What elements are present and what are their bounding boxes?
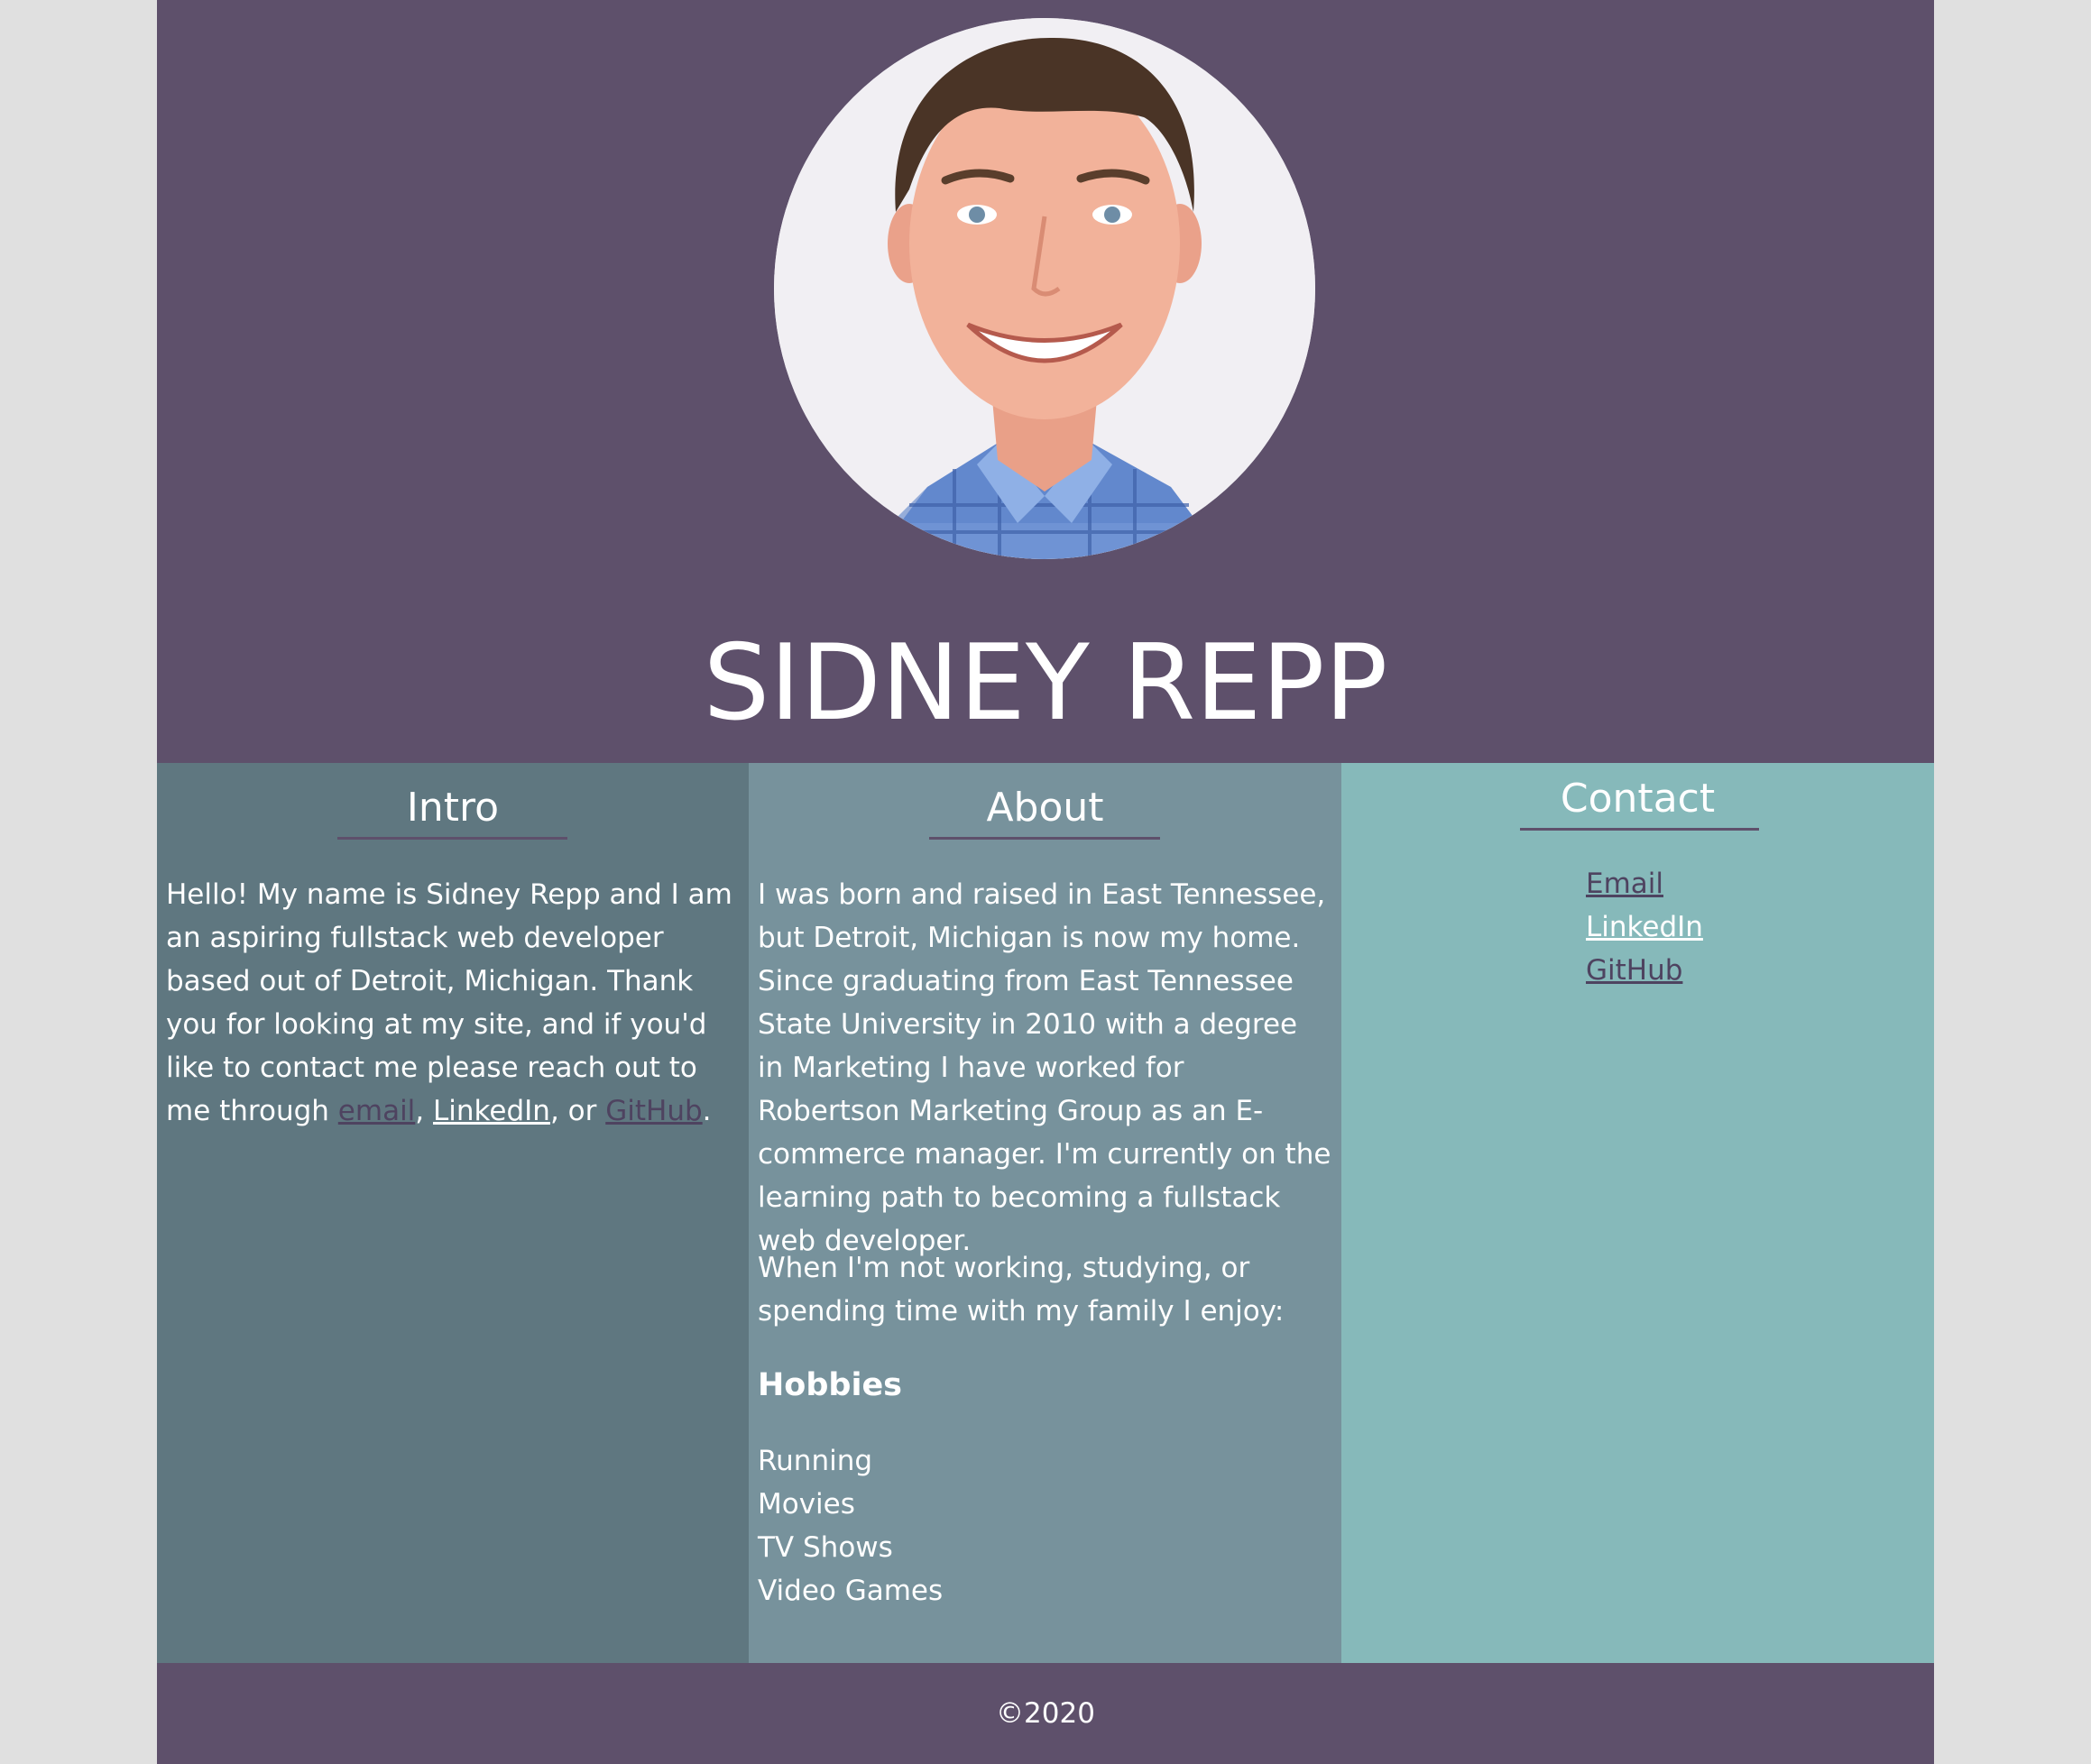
hobby-item: Running — [758, 1445, 873, 1477]
page: SIDNEY REPP Intro Hello! My name is Sidn… — [157, 0, 1934, 1764]
intro-text-after: . — [702, 1095, 712, 1127]
intro-text-before: Hello! My name is Sidney Repp and I am a… — [166, 878, 732, 1127]
intro-heading: Intro — [406, 785, 500, 831]
copyright-text: ©2020 — [996, 1697, 1095, 1730]
avatar-photo — [774, 18, 1315, 559]
site-footer: ©2020 — [157, 1663, 1934, 1764]
about-heading-underline — [929, 837, 1160, 840]
about-paragraph-1: I was born and raised in East Tennessee,… — [758, 878, 1331, 1257]
about-section: About I was born and raised in East Tenn… — [749, 763, 1341, 1663]
hobby-item: Movies — [758, 1488, 855, 1521]
intro-section: Intro Hello! My name is Sidney Repp and … — [157, 763, 749, 1663]
intro-sep-1: , — [415, 1095, 434, 1127]
intro-linkedin-link[interactable]: LinkedIn — [433, 1095, 550, 1127]
contact-linkedin-link[interactable]: LinkedIn — [1586, 911, 1703, 943]
intro-sep-2: , or — [549, 1095, 606, 1127]
intro-paragraph: Hello! My name is Sidney Repp and I am a… — [166, 873, 740, 1133]
contact-section: Contact Email LinkedIn GitHub — [1341, 763, 1934, 1663]
about-paragraph-2: When I'm not working, studying, or spend… — [758, 1252, 1285, 1328]
contact-links: Email LinkedIn GitHub — [1586, 862, 1703, 992]
hobbies-heading: Hobbies — [758, 1367, 903, 1403]
contact-item: Email — [1586, 862, 1703, 905]
about-heading: About — [986, 785, 1104, 831]
page-title: SIDNEY REPP — [703, 622, 1388, 744]
intro-heading-underline — [337, 837, 567, 840]
contact-heading-underline — [1520, 828, 1759, 831]
contact-github-link[interactable]: GitHub — [1586, 954, 1682, 987]
contact-email-link[interactable]: Email — [1586, 868, 1663, 900]
contact-item: LinkedIn — [1586, 905, 1703, 949]
contact-heading: Contact — [1560, 776, 1716, 822]
hobby-item: TV Shows — [758, 1531, 893, 1564]
hobbies-list: Running Movies TV Shows Video Games — [758, 1439, 943, 1612]
intro-email-link[interactable]: email — [338, 1095, 416, 1127]
avatar — [774, 18, 1315, 559]
contact-item: GitHub — [1586, 949, 1703, 992]
intro-github-link[interactable]: GitHub — [605, 1095, 702, 1127]
site-header: SIDNEY REPP — [157, 0, 1934, 763]
hobby-item: Video Games — [758, 1575, 944, 1607]
